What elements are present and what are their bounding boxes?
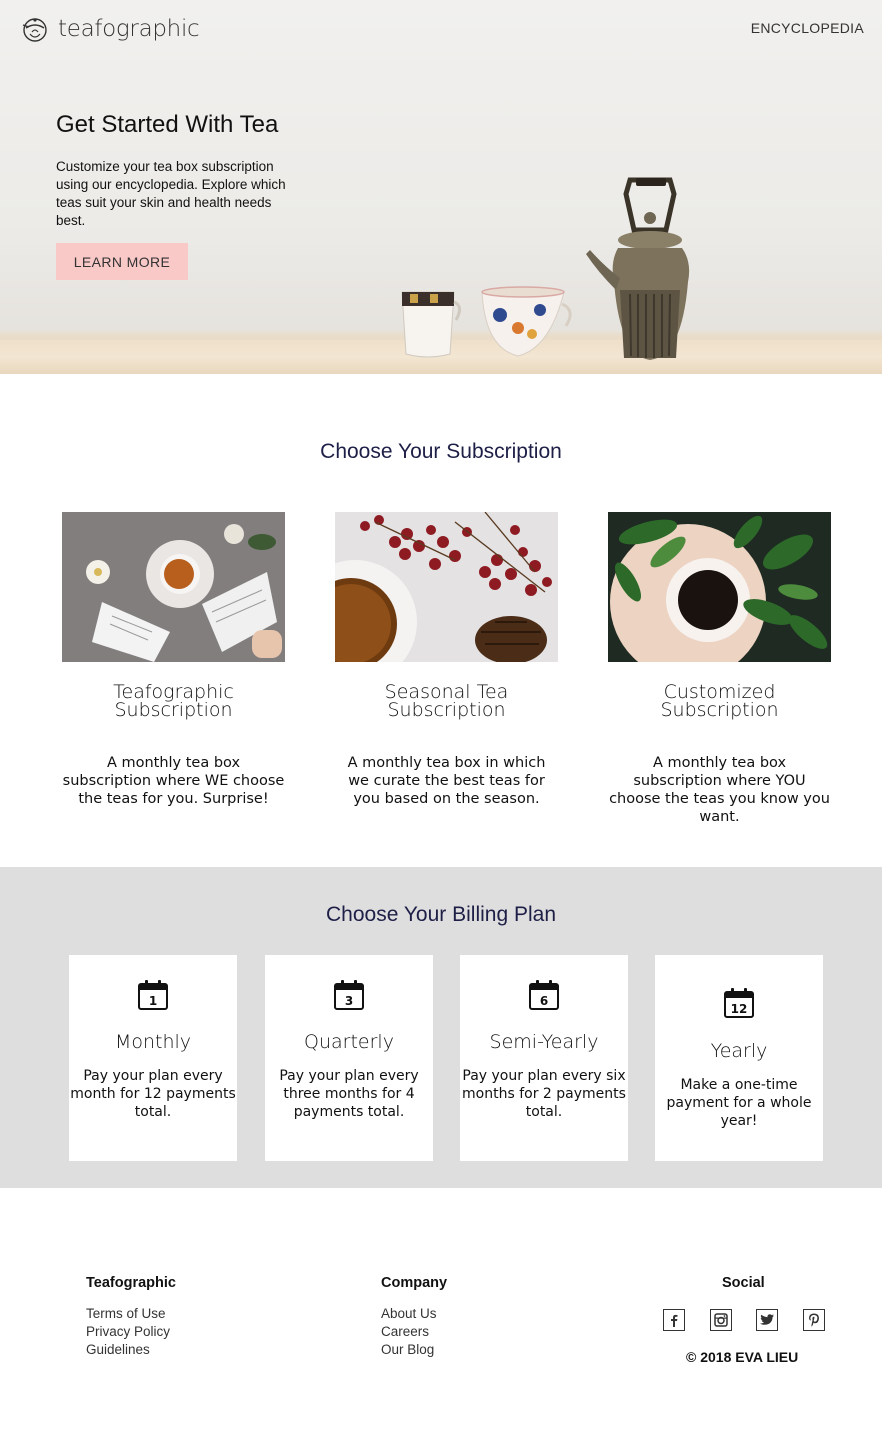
plan-card-yearly[interactable]: 12 Yearly Make a one-time payment for a … [655,955,823,1161]
subscription-photo-leaves [608,512,831,662]
brand-name: teafographic [58,16,200,42]
plan-card-semi-yearly[interactable]: 6 Semi-Yearly Pay your plan every six mo… [460,955,628,1161]
subscription-card-customized[interactable]: Customized Subscription A monthly tea bo… [608,512,831,826]
nav-encyclopedia[interactable]: ENCYCLOPEDIA [751,20,864,36]
calendar-number: 3 [345,994,353,1008]
plan-card-monthly[interactable]: 1 Monthly Pay your plan every month for … [69,955,237,1161]
facebook-icon[interactable] [663,1309,685,1331]
footer-link-blog[interactable]: Our Blog [381,1341,447,1359]
twitter-icon[interactable] [756,1309,778,1331]
plan-description: Make a one-time payment for a whole year… [666,1077,812,1129]
plan-description: Pay your plan every six months for 2 pay… [462,1068,626,1120]
footer-link-privacy[interactable]: Privacy Policy [86,1323,176,1341]
teapot-logo-icon [22,18,47,42]
subscription-title: Teafographic Subscription [113,681,234,721]
subscription-description: A monthly tea box in which we curate the… [347,755,546,807]
plan-name: Semi-Yearly [489,1031,599,1053]
pinterest-icon[interactable] [803,1309,825,1331]
plan-name: Yearly [710,1040,768,1062]
plan-name: Monthly [114,1031,192,1053]
footer-heading: Company [381,1275,448,1291]
footer-heading: Social [722,1275,765,1291]
calendar-number: 6 [540,994,548,1008]
footer-column-social: Social [722,1275,765,1305]
footer-column-teafographic: Teafographic Terms of Use Privacy Policy… [86,1275,176,1359]
subscription-photo-books [62,512,285,662]
billing-heading: Choose Your Billing Plan [326,903,556,926]
footer-link-about[interactable]: About Us [381,1305,447,1323]
calendar-number: 1 [149,994,157,1008]
hero-banner: teafographic ENCYCLOPEDIA Get Started Wi… [0,0,882,374]
hero-title: Get Started With Tea [56,111,279,138]
calendar-icon: 3 [334,980,364,1010]
copyright: © 2018 EVA LIEU [686,1349,799,1365]
tea-set-image [401,177,690,360]
subscription-photo-berries [335,512,558,662]
plan-description: Pay your plan every month for 12 payment… [70,1068,236,1120]
subscription-description: A monthly tea box subscription where YOU… [609,755,830,825]
subscription-title: Customized Subscription [660,681,779,721]
calendar-number: 12 [731,1002,748,1016]
plan-description: Pay your plan every three months for 4 p… [279,1068,419,1120]
subscription-title: Seasonal Tea Subscription [384,681,509,721]
footer-column-company: Company About Us Careers Our Blog [381,1275,447,1359]
footer-link-careers[interactable]: Careers [381,1323,447,1341]
instagram-icon[interactable] [710,1309,732,1331]
subscription-description: A monthly tea box subscription where WE … [62,755,285,807]
plan-name: Quarterly [304,1031,394,1053]
subscription-card-teafographic[interactable]: Teafographic Subscription A monthly tea … [62,512,285,808]
subscription-heading: Choose Your Subscription [320,440,562,463]
brand[interactable]: teafographic [20,14,200,44]
calendar-icon: 1 [138,980,168,1010]
learn-more-button[interactable]: LEARN MORE [56,243,188,280]
calendar-icon: 6 [529,980,559,1010]
footer-link-guidelines[interactable]: Guidelines [86,1341,176,1359]
hero-description: Customize your tea box subscription usin… [56,159,286,228]
footer-heading: Teafographic [86,1275,176,1291]
plan-card-quarterly[interactable]: 3 Quarterly Pay your plan every three mo… [265,955,433,1161]
calendar-icon: 12 [724,988,754,1018]
footer-link-terms[interactable]: Terms of Use [86,1305,176,1323]
subscription-card-seasonal[interactable]: Seasonal Tea Subscription A monthly tea … [335,512,558,808]
